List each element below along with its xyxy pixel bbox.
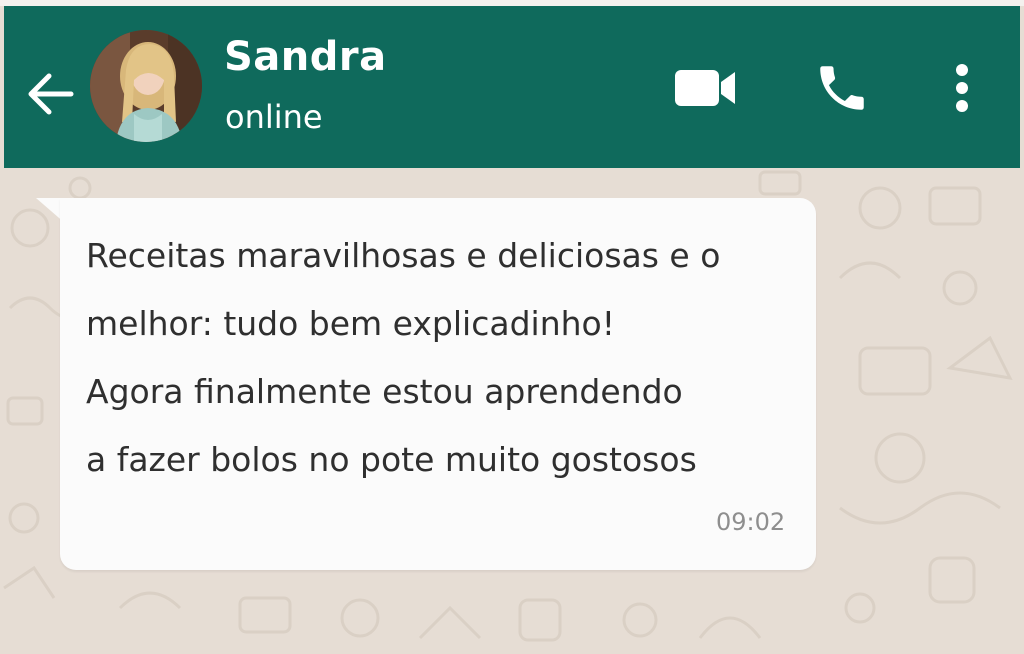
voice-call-button[interactable] — [806, 52, 878, 124]
contact-name[interactable]: Sandra — [224, 34, 387, 80]
phone-icon — [820, 66, 864, 110]
arrow-left-icon — [28, 73, 74, 115]
message-timestamp: 09:02 — [716, 508, 786, 536]
message-line: a fazer bolos no pote muito gostosos — [86, 440, 697, 479]
video-camera-icon — [675, 70, 735, 106]
more-options-button[interactable] — [938, 56, 986, 120]
avatar-photo — [90, 30, 202, 142]
chat-screen: Sandra online Receitas maravilhosas e de… — [0, 0, 1024, 654]
more-vertical-icon — [956, 64, 968, 112]
message-line: Agora finalmente estou aprendendo — [86, 372, 683, 411]
message-line: Receitas maravilhosas e deliciosas e o — [86, 236, 721, 275]
back-button[interactable] — [18, 62, 82, 126]
message-text: Receitas maravilhosas e deliciosas e o m… — [86, 222, 796, 494]
contact-avatar[interactable] — [90, 30, 202, 142]
video-call-button[interactable] — [668, 56, 744, 120]
contact-status: online — [225, 98, 323, 136]
message-line: melhor: tudo bem explicadinho! — [86, 304, 615, 343]
